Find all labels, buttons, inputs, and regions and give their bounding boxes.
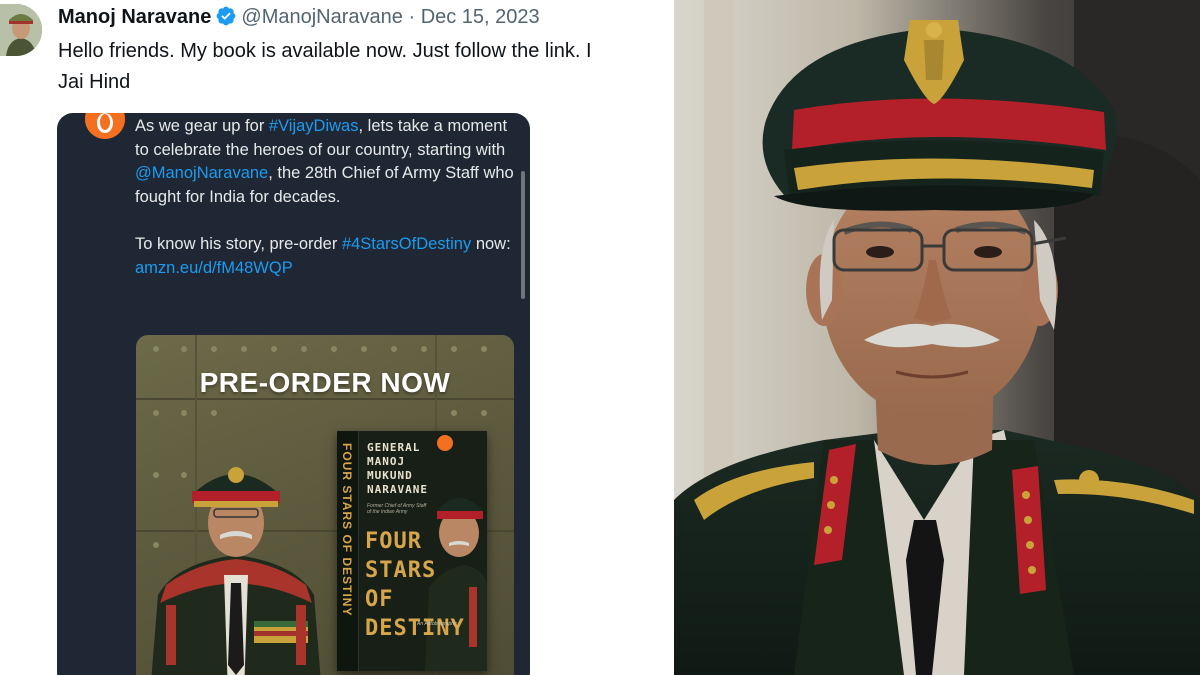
book-cover[interactable]: FOUR STARS OF DESTINY GENERAL MANOJ MUKU… (337, 431, 487, 671)
scrollbar[interactable] (521, 171, 525, 299)
embedded-post-text: As we gear up for #VijayDiwas, lets take… (135, 115, 515, 280)
text-segment: now: (471, 234, 511, 253)
embedded-post-card[interactable]: As we gear up for #VijayDiwas, lets take… (57, 113, 530, 675)
tweet-header: Manoj Naravane @ManojNaravane · Dec 15, 2… (58, 4, 540, 30)
tweet-date[interactable]: Dec 15, 2023 (421, 6, 540, 28)
book-title-line: STARS (365, 558, 437, 583)
header-separator: · (408, 6, 416, 28)
officer-portrait-illustration (674, 0, 1200, 675)
book-spine: FOUR STARS OF DESTINY (337, 431, 359, 671)
tweet-screenshot: Manoj Naravane @ManojNaravane · Dec 15, 2… (0, 0, 674, 675)
promo-poster[interactable]: PRE-ORDER NOW FOUR STARS OF DESTINY GENE… (136, 335, 514, 675)
embedded-paragraph-2: To know his story, pre-order #4StarsOfDe… (135, 233, 515, 280)
book-spine-title: FOUR STARS OF DESTINY (340, 443, 354, 617)
book-author-subtitle: Former Chief of Army Staff of the Indian… (367, 503, 427, 515)
text-segment: As we gear up for (135, 117, 269, 135)
tweet-text-line-2: Jai Hind (58, 71, 131, 93)
verified-badge-icon (216, 6, 236, 26)
penguin-logo-icon (85, 113, 125, 139)
book-tagline: An Autobiography (417, 621, 457, 627)
hashtag-link[interactable]: #VijayDiwas (269, 117, 359, 135)
poster-headline: PRE-ORDER NOW (199, 367, 451, 398)
portrait-photo (674, 0, 1200, 675)
book-author: GENERAL MANOJ MUKUND NARAVANE (367, 441, 428, 497)
book-author-line: NARAVANE (367, 483, 428, 496)
tweet-body: Hello friends. My book is available now.… (58, 36, 674, 98)
tweet-text-line-1: Hello friends. My book is available now.… (58, 40, 592, 62)
mention-link[interactable]: @ManojNaravane (135, 164, 268, 182)
general-portrait (151, 467, 321, 675)
author-name[interactable]: Manoj Naravane (58, 6, 211, 28)
book-title-line: DESTINY (365, 616, 465, 641)
book-title-line: OF (365, 587, 394, 612)
publisher-logo-icon (437, 435, 453, 451)
book-author-line: MUKUND (367, 469, 413, 482)
book-author-line: MANOJ (367, 455, 406, 468)
text-segment: To know his story, pre-order (135, 234, 342, 253)
embedded-paragraph-1: As we gear up for #VijayDiwas, lets take… (135, 115, 515, 210)
author-avatar[interactable] (0, 4, 42, 56)
book-title-line: FOUR (365, 529, 422, 554)
url-link[interactable]: amzn.eu/d/fM48WQP (135, 259, 293, 277)
book-author-line: GENERAL (367, 441, 421, 454)
hashtag-link[interactable]: #4StarsOfDestiny (342, 235, 471, 253)
author-handle[interactable]: @ManojNaravane (241, 6, 403, 28)
